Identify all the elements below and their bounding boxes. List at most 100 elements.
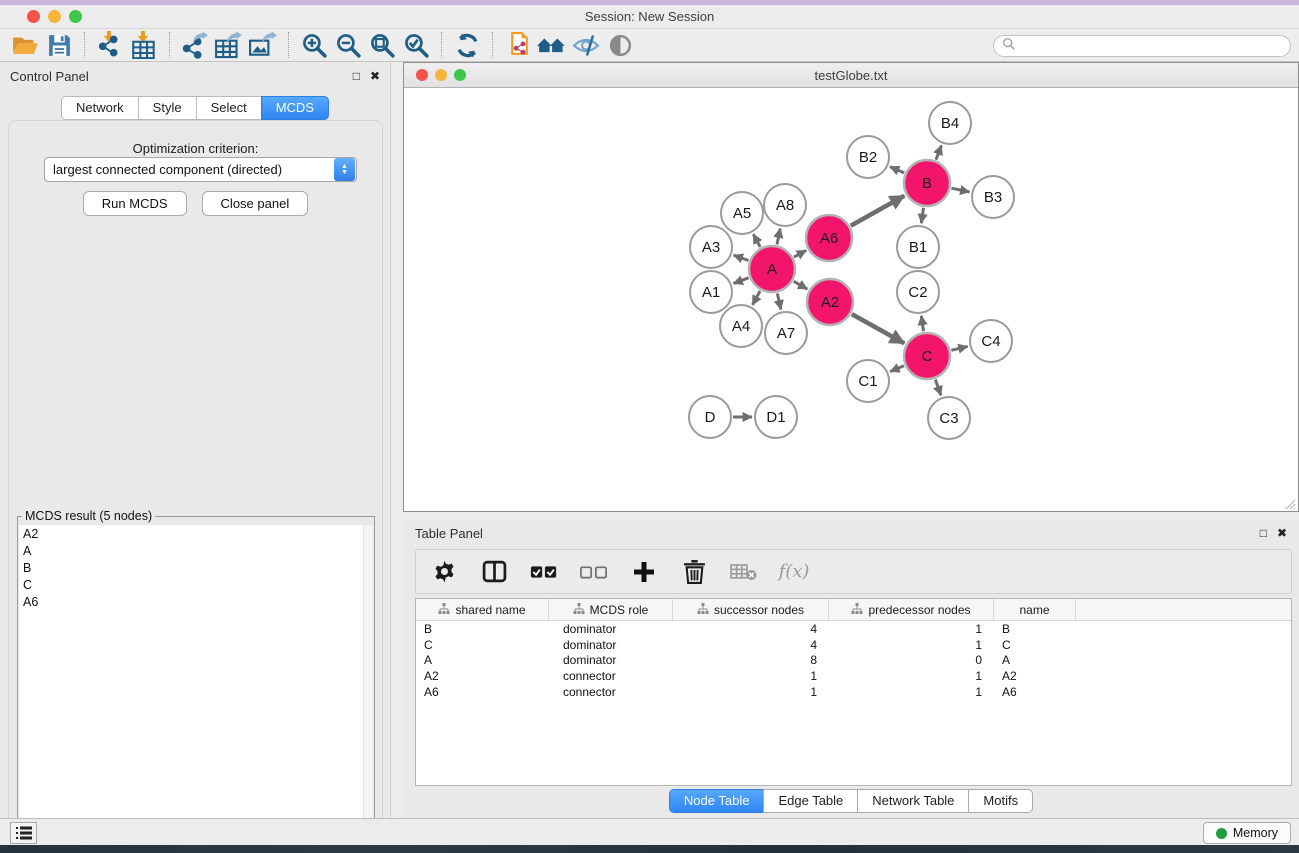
node-B3[interactable]: B3: [972, 176, 1014, 218]
export-image-icon[interactable]: [246, 30, 280, 60]
column-header-shared-name[interactable]: shared name: [416, 599, 549, 620]
edge-A-A8[interactable]: [777, 229, 780, 245]
column-header-name[interactable]: name: [994, 599, 1076, 620]
cell-MCDS-role[interactable]: dominator: [549, 638, 673, 652]
tab-mcds[interactable]: MCDS: [261, 96, 329, 120]
network-canvas[interactable]: B4 B2 B B3 A8A5 A6 A3 B1 A A1 C2 A2 A4A7 C4 C C1 D D1 C3: [404, 88, 1298, 511]
float-table-panel-icon[interactable]: □: [1260, 526, 1267, 540]
table-row[interactable]: Adominator80A: [416, 653, 1291, 669]
node-A6[interactable]: A6: [806, 215, 852, 261]
table-row[interactable]: Bdominator41B: [416, 621, 1291, 637]
edge-A-A7[interactable]: [777, 293, 781, 309]
close-panel-icon[interactable]: ✖: [370, 69, 380, 83]
node-B4[interactable]: B4: [929, 102, 971, 144]
network-window-titlebar[interactable]: testGlobe.txt: [404, 63, 1298, 88]
trash-icon[interactable]: [680, 557, 708, 587]
eye-icon[interactable]: [603, 30, 637, 60]
cell-successor-nodes[interactable]: 1: [673, 669, 829, 683]
columns-icon[interactable]: [480, 557, 508, 587]
tab-select[interactable]: Select: [196, 96, 261, 120]
zoom-selected-icon[interactable]: [399, 30, 433, 60]
cell-predecessor-nodes[interactable]: 1: [829, 669, 994, 683]
zoom-fit-icon[interactable]: [365, 30, 399, 60]
cell-shared-name[interactable]: A6: [416, 685, 549, 699]
edge-C-C4[interactable]: [951, 346, 967, 350]
close-panel-button[interactable]: Close panel: [202, 191, 309, 216]
node-A[interactable]: A: [749, 246, 795, 292]
home-pair-icon[interactable]: [535, 30, 569, 60]
result-item[interactable]: A: [19, 542, 364, 559]
edge-B-B4[interactable]: [936, 145, 941, 159]
tab-network-table[interactable]: Network Table: [857, 789, 968, 813]
export-network-icon[interactable]: [178, 30, 212, 60]
cell-successor-nodes[interactable]: 4: [673, 638, 829, 652]
edge-C-C3[interactable]: [935, 380, 941, 396]
task-history-button[interactable]: [10, 822, 37, 844]
edge-B-B1[interactable]: [921, 208, 923, 223]
gear-icon[interactable]: [430, 557, 458, 587]
main-titlebar[interactable]: Session: New Session: [0, 5, 1299, 28]
select-all-icon[interactable]: [530, 557, 558, 587]
import-table-icon[interactable]: [127, 30, 161, 60]
cell-predecessor-nodes[interactable]: 0: [829, 653, 994, 667]
edge-A-A6[interactable]: [794, 250, 806, 257]
edge-A-A5[interactable]: [753, 234, 760, 247]
node-D1[interactable]: D1: [755, 396, 797, 438]
node-A4[interactable]: A4: [720, 305, 762, 347]
result-item[interactable]: A2: [19, 525, 364, 542]
hide-eye-icon[interactable]: [569, 30, 603, 60]
cell-successor-nodes[interactable]: 4: [673, 622, 829, 636]
cell-successor-nodes[interactable]: 8: [673, 653, 829, 667]
node-C3[interactable]: C3: [928, 397, 970, 439]
export-table-icon[interactable]: [212, 30, 246, 60]
zoom-in-icon[interactable]: [297, 30, 331, 60]
node-A5[interactable]: A5: [721, 192, 763, 234]
cell-MCDS-role[interactable]: dominator: [549, 653, 673, 667]
node-B2[interactable]: B2: [847, 136, 889, 178]
node-D[interactable]: D: [689, 396, 731, 438]
add-icon[interactable]: [630, 557, 658, 587]
cell-MCDS-role[interactable]: connector: [549, 685, 673, 699]
edge-A-A3[interactable]: [734, 255, 749, 260]
cell-name[interactable]: C: [994, 638, 1076, 652]
node-A2[interactable]: A2: [807, 279, 853, 325]
cell-shared-name[interactable]: B: [416, 622, 549, 636]
criterion-dropdown[interactable]: largest connected component (directed) ▲…: [44, 157, 357, 182]
zoom-out-icon[interactable]: [331, 30, 365, 60]
cell-predecessor-nodes[interactable]: 1: [829, 638, 994, 652]
result-item[interactable]: C: [19, 576, 364, 593]
dropdown-stepper-icon[interactable]: ▲▼: [334, 158, 355, 181]
node-C4[interactable]: C4: [970, 320, 1012, 362]
cell-shared-name[interactable]: A: [416, 653, 549, 667]
node-B[interactable]: B: [904, 160, 950, 206]
node-A1[interactable]: A1: [690, 271, 732, 313]
run-mcds-button[interactable]: Run MCDS: [83, 191, 187, 216]
cell-name[interactable]: A6: [994, 685, 1076, 699]
edge-C-C2[interactable]: [921, 316, 923, 331]
edge-A-A4[interactable]: [752, 291, 760, 305]
node-C[interactable]: C: [904, 333, 950, 379]
cell-predecessor-nodes[interactable]: 1: [829, 685, 994, 699]
cell-shared-name[interactable]: C: [416, 638, 549, 652]
edge-A-A2[interactable]: [794, 281, 808, 289]
node-A8[interactable]: A8: [764, 184, 806, 226]
node-A7[interactable]: A7: [765, 312, 807, 354]
node-A3[interactable]: A3: [690, 226, 732, 268]
tab-node-table[interactable]: Node Table: [669, 789, 764, 813]
tab-network[interactable]: Network: [61, 96, 138, 120]
cell-successor-nodes[interactable]: 1: [673, 685, 829, 699]
node-C2[interactable]: C2: [897, 271, 939, 313]
node-C1[interactable]: C1: [847, 360, 889, 402]
cell-shared-name[interactable]: A2: [416, 669, 549, 683]
float-panel-icon[interactable]: □: [353, 69, 360, 83]
edge-A6-B[interactable]: [851, 196, 905, 226]
close-table-panel-icon[interactable]: ✖: [1277, 526, 1287, 540]
cell-MCDS-role[interactable]: connector: [549, 669, 673, 683]
cell-name[interactable]: A2: [994, 669, 1076, 683]
cell-MCDS-role[interactable]: dominator: [549, 622, 673, 636]
duplicate-network-icon[interactable]: [501, 30, 535, 60]
open-file-icon[interactable]: [8, 30, 42, 60]
node-B1[interactable]: B1: [897, 226, 939, 268]
table-row[interactable]: Cdominator41C: [416, 637, 1291, 653]
refresh-icon[interactable]: [450, 30, 484, 60]
